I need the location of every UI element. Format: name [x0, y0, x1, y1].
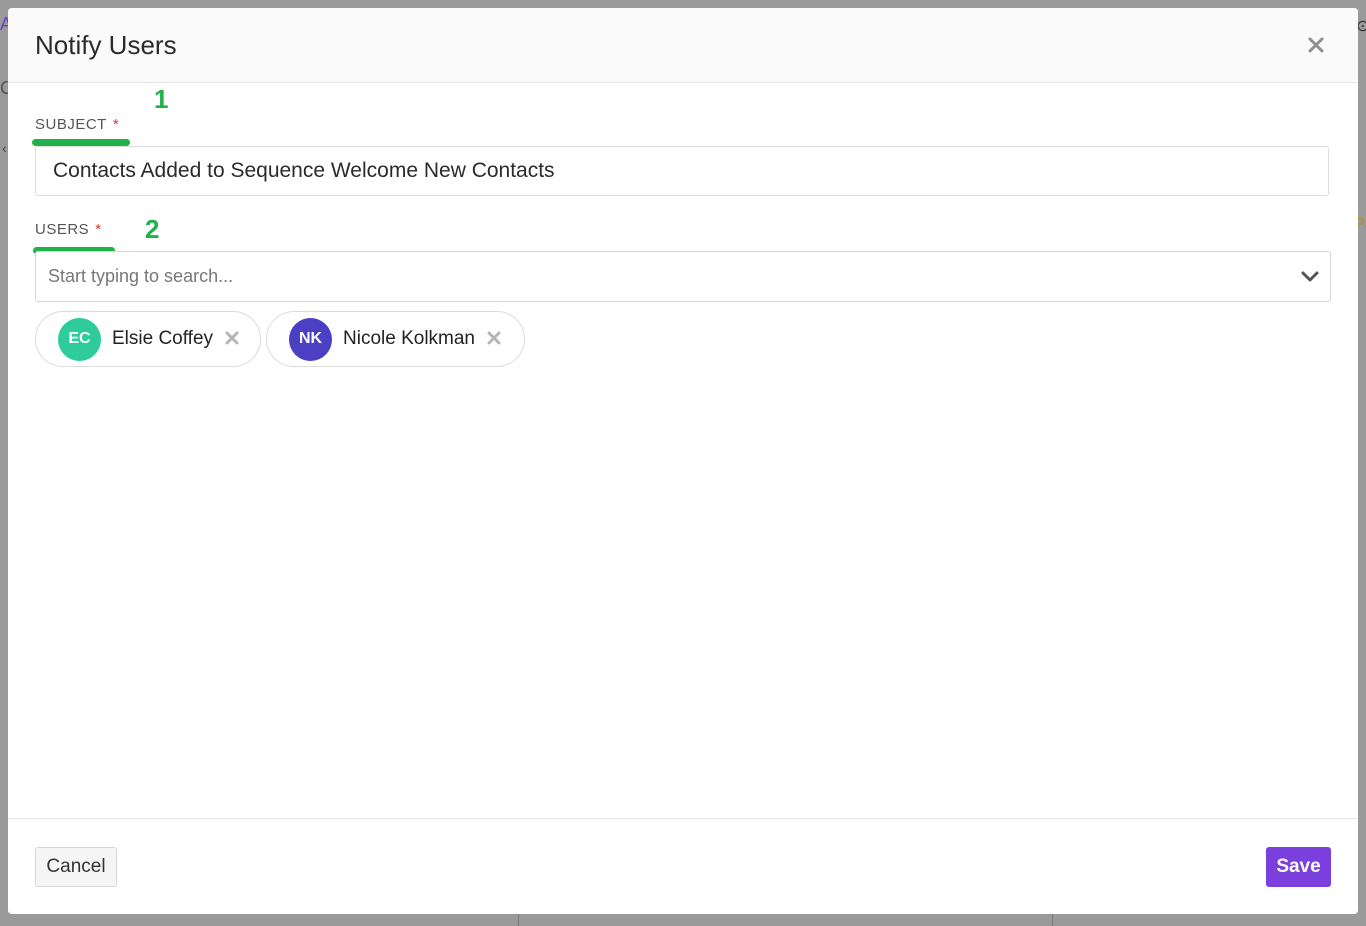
user-chip-name: Elsie Coffey [112, 328, 214, 349]
modal-header: Notify Users [8, 8, 1358, 83]
user-chip-name: Nicole Kolkman [343, 328, 475, 349]
avatar: NK [289, 317, 332, 361]
avatar: EC [58, 317, 101, 361]
required-marker: * [95, 221, 102, 238]
subject-label: SUBJECT * [35, 116, 119, 133]
users-search-input[interactable] [36, 252, 1300, 301]
background-divider [518, 914, 519, 926]
close-icon[interactable] [1304, 32, 1328, 56]
users-label: USERS * [35, 221, 102, 238]
save-button[interactable]: Save [1266, 847, 1331, 887]
cancel-button[interactable]: Cancel [35, 847, 117, 887]
chevron-down-icon[interactable] [1300, 266, 1320, 286]
modal-footer: Cancel Save [8, 818, 1358, 914]
annotation-underline [32, 139, 130, 146]
annotation-number: 1 [154, 84, 169, 114]
subject-input[interactable] [35, 146, 1329, 196]
user-chip: EC Elsie Coffey [35, 311, 261, 367]
users-label-text: USERS [35, 221, 90, 238]
background-divider [1052, 914, 1053, 926]
remove-user-icon[interactable] [223, 330, 241, 348]
notify-users-modal: Notify Users SUBJECT * 1 USERS * 2 EC Elsi… [8, 8, 1358, 914]
modal-title: Notify Users [35, 30, 177, 60]
remove-user-icon[interactable] [485, 330, 503, 348]
user-chip: NK Nicole Kolkman [266, 311, 525, 367]
background-arrow-fragment: ‹ [2, 140, 7, 156]
subject-label-text: SUBJECT [35, 116, 107, 133]
required-marker: * [112, 116, 120, 133]
annotation-number: 2 [145, 214, 160, 244]
users-select[interactable] [35, 251, 1331, 302]
